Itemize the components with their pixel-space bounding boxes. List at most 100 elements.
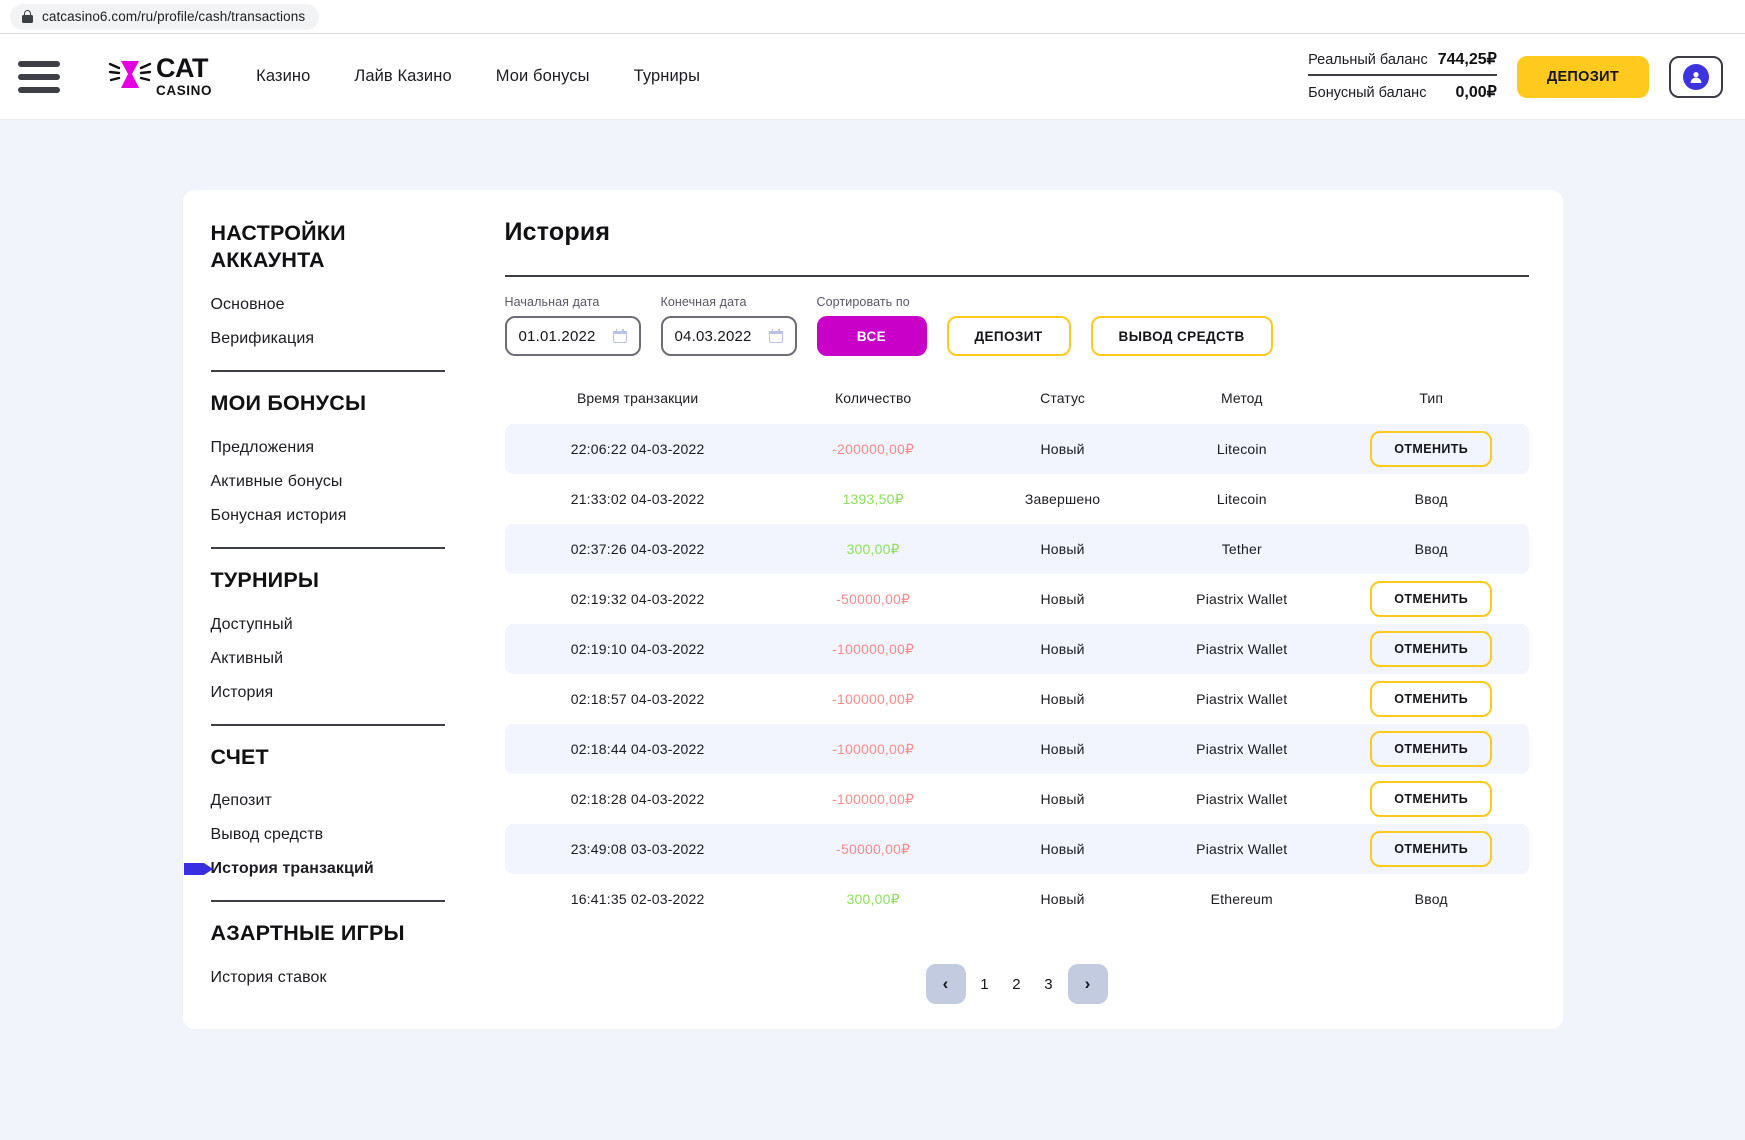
- table-row: 16:41:35 02-03-2022 300,00₽ Новый Ethereum В…: [505, 874, 1529, 924]
- avatar-button[interactable]: [1669, 55, 1723, 98]
- cell-method: Piastrix Wallet: [1149, 724, 1334, 774]
- sidebar-item-bet-history[interactable]: История ставок: [211, 961, 445, 995]
- url-field[interactable]: catcasino6.com/ru/profile/cash/transacti…: [10, 3, 320, 30]
- table-row: 02:19:32 04-03-2022 -50000,00₽ Новый Piastr…: [505, 574, 1529, 624]
- cell-amount: -100000,00₽: [832, 690, 915, 707]
- cell-amount: -100000,00₽: [832, 790, 915, 807]
- filters-bar: Начальная дата 01.01.2022 Конечная дата …: [504, 295, 1529, 356]
- sidebar-group-title: АЗАРТНЫЕ ИГРЫ: [210, 921, 405, 946]
- calendar-icon[interactable]: [768, 329, 783, 343]
- bonus-balance-label: Бонусный баланс: [1308, 85, 1427, 101]
- cell-method: Piastrix Wallet: [1196, 791, 1288, 807]
- cell-transaction-time: 02:37:26 04-03-2022: [504, 524, 771, 574]
- real-balance-value: 744,25₽: [1437, 51, 1497, 68]
- filter-all-button[interactable]: ВСЕ: [816, 316, 927, 356]
- cell-amount: 300,00₽: [846, 890, 900, 907]
- cell-method: Piastrix Wallet: [1149, 624, 1334, 674]
- cell-status: Новый: [975, 724, 1150, 774]
- hamburger-icon[interactable]: [18, 60, 60, 93]
- table-row: 23:49:08 03-03-2022 -50000,00₽ Новый Piastr…: [504, 824, 1529, 874]
- calendar-icon[interactable]: [612, 329, 627, 343]
- sidebar-group-title: МОИ БОНУСЫ: [210, 390, 367, 415]
- sidebar-item-transaction-history[interactable]: История транзакций: [183, 852, 445, 886]
- sidebar-group-gambling: АЗАРТНЫЕ ИГРЫ История ставок: [211, 920, 445, 1009]
- cat-logo-icon: [108, 55, 152, 95]
- table-row: 02:37:26 04-03-2022 300,00₽ Новый Tether Вво…: [504, 524, 1529, 574]
- chevron-left-icon[interactable]: ‹: [925, 964, 966, 1004]
- cell-amount: -200000,00₽: [770, 424, 976, 474]
- main-navigation: Казино Лайв Казино Мои бонусы Турниры: [256, 67, 700, 86]
- logo-title: CAT: [156, 53, 209, 84]
- cell-status: Новый: [1040, 691, 1085, 707]
- sidebar-item-active[interactable]: Активный: [211, 642, 445, 676]
- table-row: 21:33:02 04-03-2022 1393,50₽ Завершено Lite…: [505, 474, 1529, 524]
- page-number-2[interactable]: 2: [1004, 964, 1030, 1004]
- active-arrow-icon: [183, 862, 214, 877]
- real-balance-label: Реальный баланс: [1308, 52, 1428, 68]
- nav-item-tournaments[interactable]: Турниры: [634, 67, 700, 86]
- site-logo[interactable]: CAT CASINO: [108, 55, 212, 98]
- cell-status: Новый: [975, 824, 1150, 874]
- start-date-field: Начальная дата 01.01.2022: [504, 295, 641, 356]
- cancel-transaction-button[interactable]: ОТМЕНИТЬ: [1370, 781, 1493, 817]
- column-header-method: Метод: [1220, 390, 1263, 406]
- end-date-field: Конечная дата 04.03.2022: [660, 295, 797, 356]
- chevron-right-icon[interactable]: ›: [1067, 964, 1108, 1004]
- filter-withdraw-button[interactable]: ВЫВОД СРЕДСТВ: [1090, 316, 1273, 356]
- cell-type: ОТМЕНИТЬ: [1333, 724, 1529, 774]
- nav-item-my-bonuses[interactable]: Мои бонусы: [496, 67, 590, 86]
- title-divider: [504, 275, 1529, 277]
- table-header-row: Время транзакции Количество Статус Метод…: [505, 384, 1529, 424]
- page-number-3[interactable]: 3: [1036, 964, 1062, 1004]
- page-root: CAT CASINO Казино Лайв Казино Мои бонусы…: [0, 34, 1745, 1140]
- header-deposit-button[interactable]: ДЕПОЗИТ: [1516, 55, 1649, 98]
- cell-method: Litecoin: [1149, 424, 1334, 474]
- cell-amount: -100000,00₽: [770, 724, 976, 774]
- cell-method: Piastrix Wallet: [1149, 824, 1334, 874]
- cancel-transaction-button[interactable]: ОТМЕНИТЬ: [1370, 581, 1493, 617]
- cell-type: Ввод: [1333, 524, 1529, 574]
- sidebar-group-title: ТУРНИРЫ: [210, 567, 320, 592]
- end-date-label: Конечная дата: [660, 295, 747, 309]
- cell-transaction-time: 21:33:02 04-03-2022: [570, 491, 705, 507]
- cancel-transaction-button[interactable]: ОТМЕНИТЬ: [1370, 631, 1493, 667]
- sidebar-group-bonuses: МОИ БОНУСЫ Предложения Активные бонусы Б…: [210, 390, 445, 549]
- cancel-transaction-button[interactable]: ОТМЕНИТЬ: [1370, 431, 1493, 467]
- nav-item-live-casino[interactable]: Лайв Казино: [354, 67, 451, 86]
- cancel-transaction-button[interactable]: ОТМЕНИТЬ: [1370, 681, 1493, 717]
- cell-transaction-time: 02:18:28 04-03-2022: [570, 791, 705, 807]
- sidebar-item-offers[interactable]: Предложения: [211, 431, 445, 465]
- nav-item-casino[interactable]: Казино: [256, 67, 310, 86]
- table-row: 02:18:57 04-03-2022 -100000,00₽ Новый Piast…: [505, 674, 1529, 724]
- sidebar-item-history[interactable]: История: [211, 676, 445, 710]
- cell-transaction-time: 02:18:44 04-03-2022: [504, 724, 771, 774]
- cancel-transaction-button[interactable]: ОТМЕНИТЬ: [1370, 831, 1493, 867]
- sidebar-item-withdraw[interactable]: Вывод средств: [211, 818, 445, 852]
- end-date-input[interactable]: 04.03.2022: [660, 316, 797, 356]
- sidebar-item-verification[interactable]: Верификация: [211, 322, 445, 356]
- page-number-1[interactable]: 1: [972, 964, 998, 1004]
- site-header: CAT CASINO Казино Лайв Казино Мои бонусы…: [0, 34, 1745, 120]
- real-balance-row: Реальный баланс 744,25₽: [1308, 46, 1497, 76]
- sidebar-item-available[interactable]: Доступный: [211, 608, 445, 642]
- cell-amount: 1393,50₽: [842, 490, 904, 507]
- sidebar-item-bonus-history[interactable]: Бонусная история: [211, 499, 445, 533]
- bonus-balance-value: 0,00₽: [1455, 84, 1497, 101]
- sidebar-item-main[interactable]: Основное: [211, 288, 445, 322]
- start-date-input[interactable]: 01.01.2022: [504, 316, 641, 356]
- filter-deposit-button[interactable]: ДЕПОЗИТ: [946, 316, 1071, 356]
- cell-type: ОТМЕНИТЬ: [1333, 624, 1529, 674]
- cell-amount: -50000,00₽: [770, 824, 976, 874]
- column-header-time: Время транзакции: [576, 390, 699, 406]
- cell-type: Ввод: [1414, 891, 1448, 907]
- cell-status: Новый: [975, 624, 1150, 674]
- table-row: 02:18:28 04-03-2022 -100000,00₽ Новый Piast…: [505, 774, 1529, 824]
- cell-method: Piastrix Wallet: [1196, 691, 1288, 707]
- cell-amount: -100000,00₽: [770, 624, 976, 674]
- column-header-amount: Количество: [835, 390, 912, 406]
- sidebar-item-deposit[interactable]: Депозит: [211, 784, 445, 818]
- sidebar-item-active-bonuses[interactable]: Активные бонусы: [211, 465, 445, 499]
- cell-status: Новый: [975, 524, 1150, 574]
- cancel-transaction-button[interactable]: ОТМЕНИТЬ: [1370, 731, 1493, 767]
- cell-method: Ethereum: [1210, 891, 1273, 907]
